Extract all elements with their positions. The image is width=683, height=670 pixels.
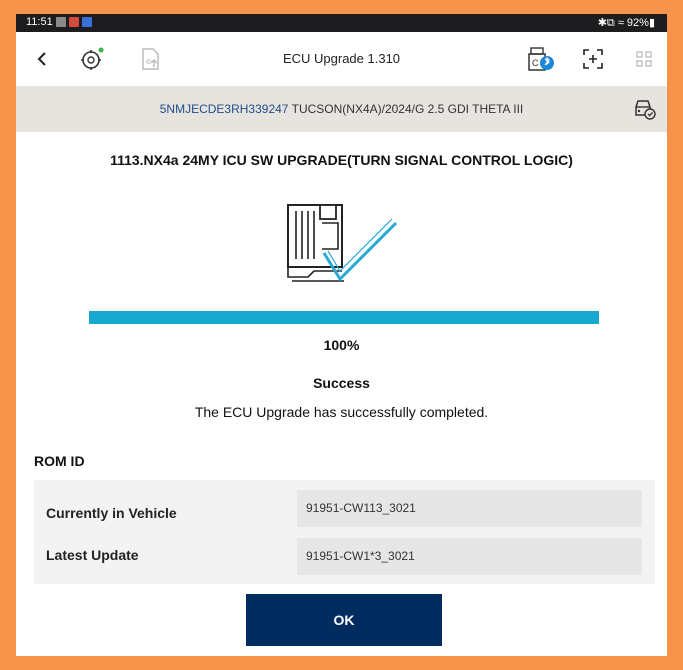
ecu-upload-icon[interactable]: e	[136, 45, 164, 73]
vehicle-settings-icon[interactable]	[78, 45, 106, 73]
rom-row-value: 91951-CW1*3_3021	[297, 538, 642, 575]
ecu-success-icon	[284, 201, 400, 289]
svg-text:C: C	[532, 58, 539, 68]
notification-icons	[56, 17, 92, 27]
grid-menu-icon[interactable]	[630, 45, 658, 73]
app-notification-icon	[82, 17, 92, 27]
progress-percent: 100%	[323, 337, 360, 353]
bluetooth-adapter-icon[interactable]: C	[527, 45, 555, 73]
progress-fill	[89, 311, 599, 324]
app-screen: 11:51 ✱⧉ ≈ 92%▮ ECU Upgrade 1.310 e C 5N…	[16, 14, 667, 656]
news-notification-icon	[69, 17, 79, 27]
app-title: ECU Upgrade 1.310	[282, 51, 401, 66]
upgrade-title: 1113.NX4a 24MY ICU SW UPGRADE(TURN SIGNA…	[110, 152, 573, 168]
rom-row-label: Currently in Vehicle	[46, 505, 177, 521]
vin-number: 5NMJECDE3RH339247	[159, 102, 289, 116]
upgrade-message: The ECU Upgrade has successfully complet…	[194, 404, 489, 420]
status-time: 11:51	[26, 16, 53, 28]
rom-row-value: 91951-CW113_3021	[297, 490, 642, 527]
status-bar: 11:51 ✱⧉ ≈ 92%▮	[16, 14, 667, 32]
upgrade-status: Success	[313, 375, 370, 391]
status-right: ✱⧉ ≈ 92%▮	[597, 17, 655, 29]
vehicle-info-bar: 5NMJECDE3RH339247 TUCSON(NX4A)/2024/G 2.…	[16, 86, 667, 132]
ok-button[interactable]: OK	[246, 594, 442, 646]
vehicle-description: TUCSON(NX4A)/2024/G 2.5 GDI THETA III	[291, 102, 524, 116]
rom-row-label: Latest Update	[46, 547, 139, 563]
rom-id-label: ROM ID	[34, 453, 85, 469]
vehicle-connection-icon[interactable]	[631, 97, 657, 121]
vehicle-info: 5NMJECDE3RH339247 TUCSON(NX4A)/2024/G 2.…	[16, 86, 667, 132]
app-bar: ECU Upgrade 1.310 e C	[16, 32, 667, 86]
back-chevron-icon[interactable]	[29, 45, 57, 73]
svg-text:e: e	[146, 56, 151, 66]
screen-capture-icon[interactable]	[579, 45, 607, 73]
rom-id-table: Currently in Vehicle 91951-CW113_3021 La…	[34, 480, 655, 584]
upgrade-progress-bar	[89, 311, 599, 324]
gallery-notification-icon	[56, 17, 66, 27]
